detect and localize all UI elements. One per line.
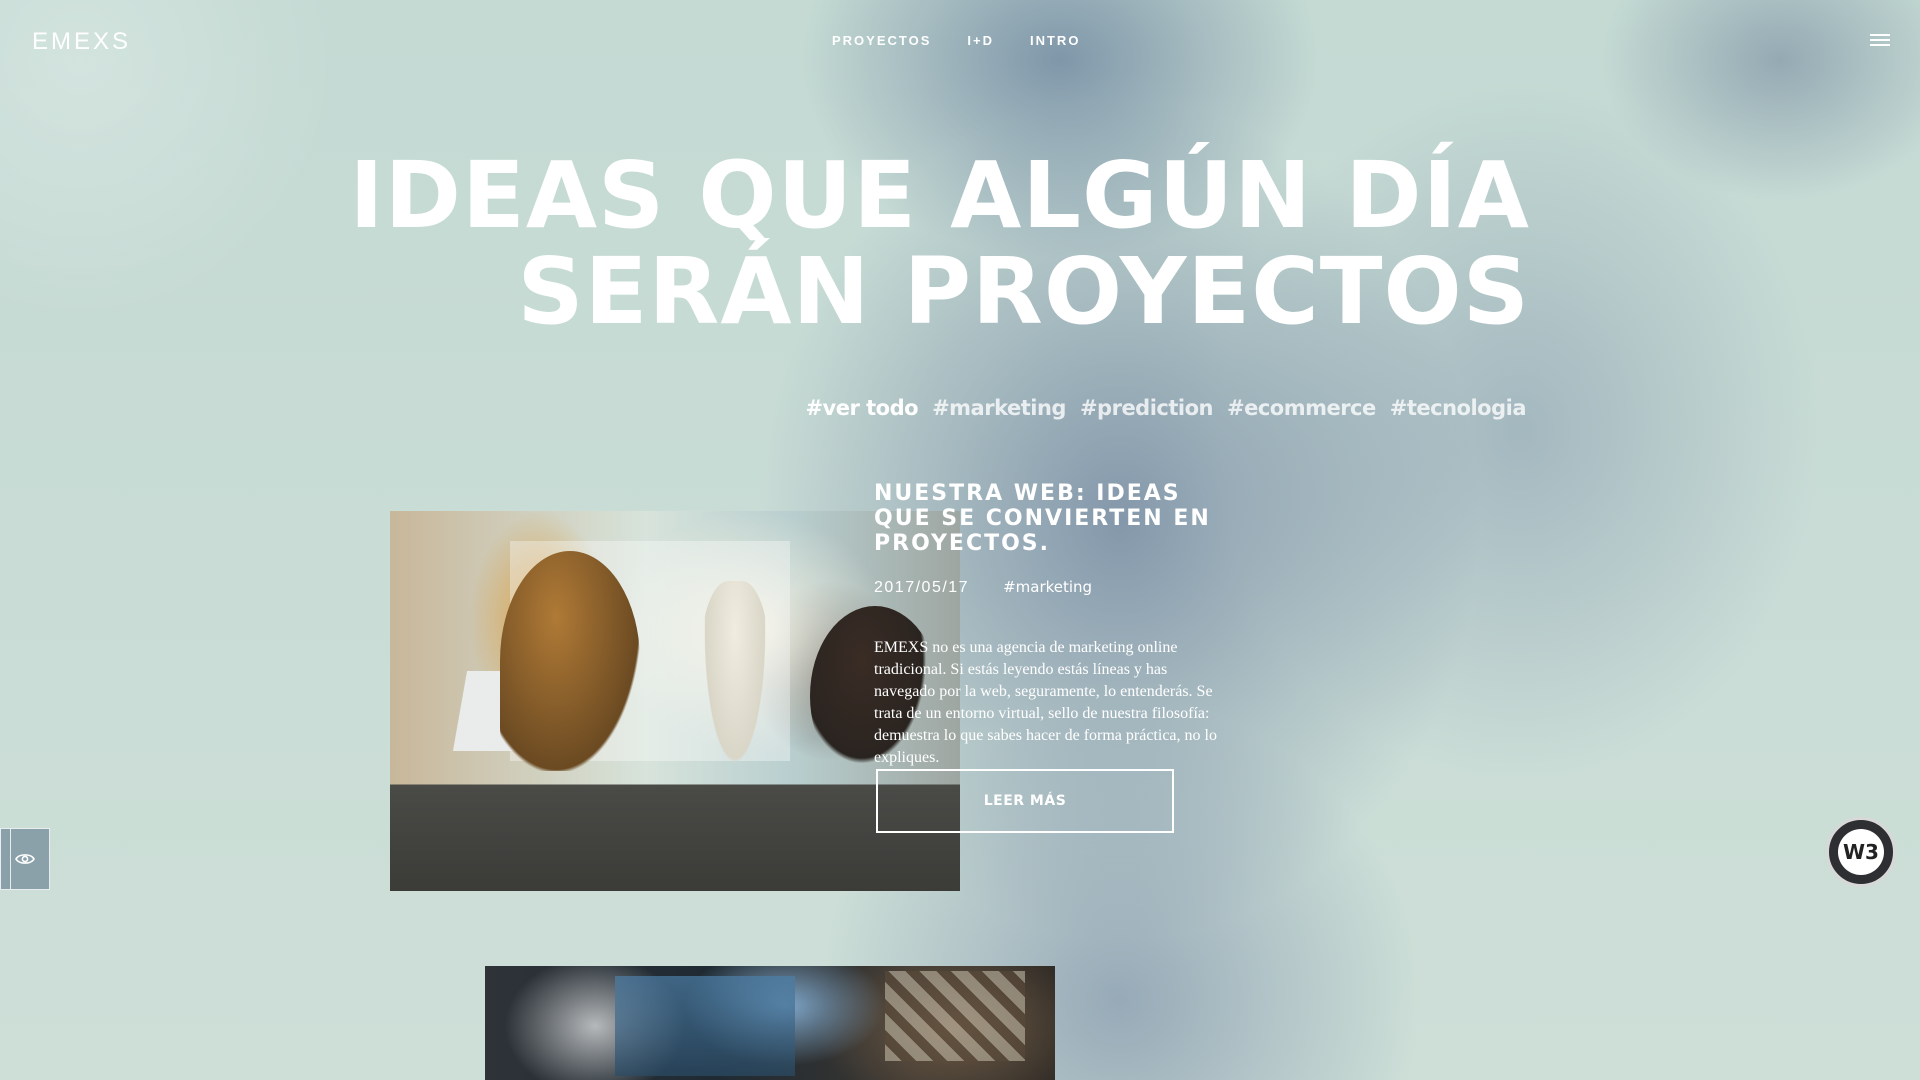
page-title-line-1: IDEAS QUE ALGÚN DÍA: [349, 142, 1530, 249]
eye-icon: [15, 854, 35, 864]
tag-filter-tecnologia[interactable]: #tecnologia: [1390, 396, 1527, 420]
top-nav: PROYECTOS I+D INTRO: [832, 33, 1080, 48]
article-meta: 2017/05/17 #marketing: [874, 578, 1224, 597]
read-more-button[interactable]: LEER MÁS: [876, 769, 1174, 833]
eye-toggle-button[interactable]: [0, 828, 50, 890]
page-title: IDEAS QUE ALGÚN DÍA SERÁN PROYECTOS: [330, 148, 1530, 340]
tag-filter-ecommerce[interactable]: #ecommerce: [1227, 396, 1376, 420]
article-image-2[interactable]: [485, 966, 1055, 1080]
article-category-tag[interactable]: #marketing: [1003, 578, 1092, 596]
tag-filter-prediction[interactable]: #prediction: [1080, 396, 1214, 420]
article-text: NUESTRA WEB: IDEAS QUE SE CONVIERTEN EN …: [874, 481, 1224, 769]
tag-filter-ver-todo[interactable]: #ver todo: [805, 396, 918, 420]
article-title[interactable]: NUESTRA WEB: IDEAS QUE SE CONVIERTEN EN …: [874, 481, 1224, 556]
nav-item-i-d[interactable]: I+D: [967, 33, 994, 48]
logo[interactable]: EMEXS: [32, 28, 131, 56]
award-badge[interactable]: W3: [1826, 817, 1896, 887]
article-excerpt: EMEXS no es una agencia de marketing onl…: [874, 639, 1217, 766]
nav-item-intro[interactable]: INTRO: [1030, 33, 1080, 48]
nav-item-proyectos[interactable]: PROYECTOS: [832, 33, 931, 48]
tag-filter-bar: #ver todo #marketing #prediction #ecomme…: [805, 396, 1526, 420]
tag-filter-marketing[interactable]: #marketing: [932, 396, 1066, 420]
page-title-line-2: SERÁN PROYECTOS: [517, 238, 1530, 345]
hamburger-icon[interactable]: [1870, 34, 1890, 48]
award-badge-logo: W3: [1838, 829, 1884, 875]
article-date: 2017/05/17: [874, 579, 970, 596]
